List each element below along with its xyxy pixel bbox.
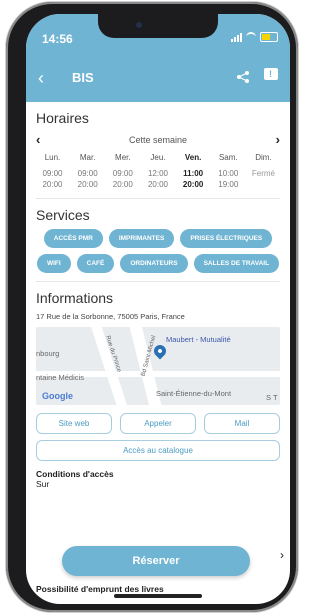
back-arrow-icon[interactable]: ‹: [38, 68, 44, 89]
day-thursday: Jeu. 12:00 20:00: [147, 153, 168, 189]
catalog-button[interactable]: Accès au catalogue: [36, 440, 280, 461]
service-chip[interactable]: SALLES DE TRAVAIL: [193, 254, 280, 273]
map-metro-label: Maubert - Mutualité: [166, 335, 231, 344]
week-selector: ‹ Cette semaine ›: [36, 132, 280, 147]
share-icon[interactable]: [236, 70, 250, 84]
address: 17 Rue de la Sorbonne, 75005 Paris, Fran…: [36, 312, 185, 321]
days-grid: Lun. 09:00 20:00 Mar. 09:00 20:00 Mer. 09:00 2…: [36, 153, 280, 190]
services-section: Services ACCÈS PMR IMPRIMANTES PRISES ÉL…: [26, 199, 290, 282]
map[interactable]: nbourg ntaine Médicis Rue du Prince Bd S…: [36, 327, 280, 405]
info-section: Informations 17 Rue de la Sorbonne, 7500…: [26, 282, 290, 489]
conditions-label[interactable]: Conditions d'accès: [36, 469, 280, 479]
day-wednesday: Mer. 09:00 20:00: [112, 153, 133, 189]
contact-buttons: Site web Appeler Mail: [36, 413, 280, 434]
services-title: Services: [36, 207, 90, 223]
services-chips: ACCÈS PMR IMPRIMANTES PRISES ÉLECTRIQUES…: [36, 229, 280, 273]
service-chip[interactable]: CAFÉ: [76, 254, 115, 273]
google-logo: Google: [42, 391, 73, 401]
map-label: S T: [266, 393, 278, 402]
borrow-label[interactable]: Possibilité d'emprunt des livres: [36, 584, 164, 594]
mail-button[interactable]: Mail: [204, 413, 280, 434]
chevron-right-icon[interactable]: ›: [280, 548, 284, 562]
report-icon[interactable]: !: [264, 68, 278, 80]
day-friday: Ven. 11:00 20:00: [182, 153, 204, 189]
screen: 14:56 ‹ BIS ! Horaires ‹ Cette semaine ›…: [26, 14, 290, 604]
service-chip[interactable]: ACCÈS PMR: [43, 229, 103, 248]
day-saturday: Sam. 10:00 19:00: [218, 153, 239, 189]
home-indicator: [114, 594, 202, 598]
day-sunday: Dim. Fermé: [251, 153, 275, 178]
day-monday: Lun. 09:00 20:00: [42, 153, 63, 189]
signal-icon: [231, 32, 242, 42]
map-label: Saint-Étienne-du-Mont: [156, 389, 232, 398]
map-label: ntaine Médicis: [36, 373, 84, 382]
service-chip[interactable]: PRISES ÉLECTRIQUES: [180, 229, 273, 248]
website-button[interactable]: Site web: [36, 413, 112, 434]
day-tuesday: Mar. 09:00 20:00: [77, 153, 98, 189]
service-chip[interactable]: WIFI: [36, 254, 71, 273]
call-button[interactable]: Appeler: [120, 413, 196, 434]
week-label: Cette semaine: [128, 134, 188, 145]
notch: [98, 14, 218, 38]
status-icons: [231, 32, 278, 42]
map-label: nbourg: [36, 349, 60, 358]
phone-frame: 14:56 ‹ BIS ! Horaires ‹ Cette semaine ›…: [6, 2, 298, 612]
status-time: 14:56: [42, 32, 73, 46]
service-chip[interactable]: ORDINATEURS: [120, 254, 188, 273]
wifi-icon: [246, 32, 256, 42]
info-title: Informations: [36, 290, 114, 306]
camera-icon: [136, 22, 142, 28]
prev-week-icon[interactable]: ‹: [36, 132, 40, 147]
hours-section: Horaires ‹ Cette semaine › Lun. 09:00 20:0…: [26, 102, 290, 199]
nav-row: ‹ BIS !: [26, 66, 290, 90]
next-week-icon[interactable]: ›: [276, 132, 280, 147]
page-title: BIS: [72, 70, 94, 85]
service-chip[interactable]: IMPRIMANTES: [108, 229, 175, 248]
battery-icon: [260, 32, 278, 42]
conditions-sub: Sur: [36, 479, 50, 489]
reserve-button[interactable]: Réserver: [62, 546, 250, 576]
hours-title: Horaires: [36, 110, 89, 126]
